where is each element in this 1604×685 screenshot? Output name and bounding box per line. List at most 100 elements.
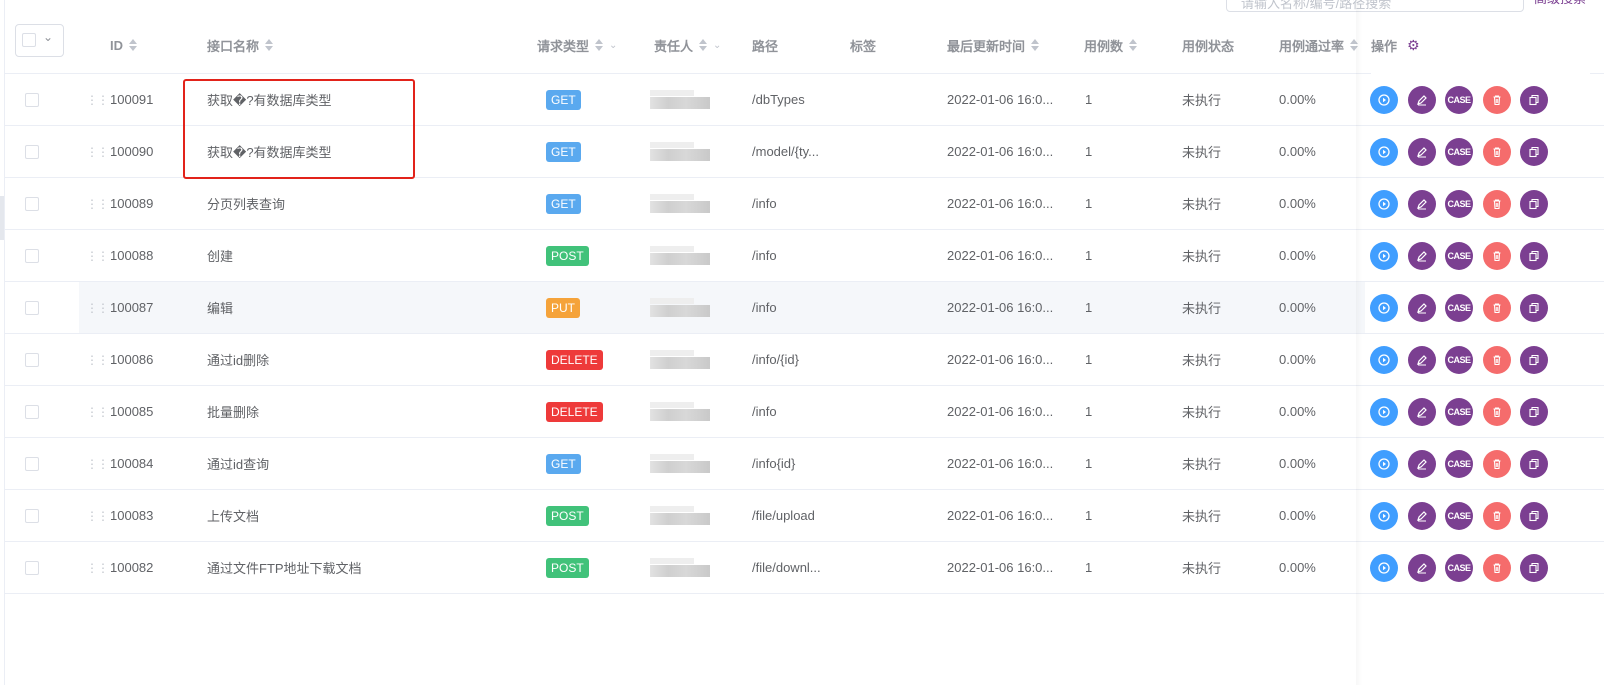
play-circle-icon[interactable] xyxy=(1370,345,1398,374)
case-icon[interactable]: CASE xyxy=(1445,293,1473,322)
case-icon[interactable]: CASE xyxy=(1445,241,1473,270)
pencil-icon[interactable] xyxy=(1407,293,1436,322)
drag-handle-icon[interactable]: ⋮⋮ xyxy=(86,126,108,177)
copy-icon[interactable] xyxy=(1520,345,1548,374)
row-checkbox-cell[interactable] xyxy=(25,490,39,541)
advanced-search-button[interactable]: 高级搜索 xyxy=(1534,0,1604,10)
trash-icon[interactable] xyxy=(1482,241,1511,270)
row-name[interactable]: 创建 xyxy=(207,230,233,281)
row-name[interactable]: 通过id删除 xyxy=(207,334,269,385)
drag-handle-icon[interactable]: ⋮⋮ xyxy=(86,178,108,229)
header-updated[interactable]: 最后更新时间 xyxy=(947,16,1040,74)
copy-icon[interactable] xyxy=(1520,189,1548,218)
table-row[interactable]: ⋮⋮ 100082 通过文件FTP地址下载文档 POST /file/downl… xyxy=(5,542,1604,594)
row-name[interactable]: 分页列表查询 xyxy=(207,178,285,229)
row-checkbox[interactable] xyxy=(25,196,39,211)
row-checkbox-cell[interactable] xyxy=(25,230,39,281)
pencil-icon[interactable] xyxy=(1407,189,1436,218)
header-name[interactable]: 接口名称 xyxy=(207,16,274,74)
header-id[interactable]: ID xyxy=(110,16,137,74)
pencil-icon[interactable] xyxy=(1407,449,1436,478)
search-input[interactable]: 请输入名称/编号/路径搜索 xyxy=(1226,0,1524,12)
header-pass-rate[interactable]: 用例通过率 xyxy=(1279,16,1359,74)
drag-handle-icon[interactable]: ⋮⋮ xyxy=(86,490,108,541)
copy-icon[interactable] xyxy=(1520,449,1548,478)
case-icon[interactable]: CASE xyxy=(1445,345,1473,374)
filter-chevron-icon[interactable]: ⌄ xyxy=(609,40,617,51)
row-name[interactable]: 通过文件FTP地址下载文档 xyxy=(207,542,362,593)
row-name[interactable]: 编辑 xyxy=(207,282,233,333)
header-owner[interactable]: 责任人 ⌄ xyxy=(654,16,721,74)
drag-handle-icon[interactable]: ⋮⋮ xyxy=(86,230,108,281)
table-row[interactable]: ⋮⋮ 100091 获取�?有数据库类型 GET /dbTypes 2022-0… xyxy=(5,74,1604,126)
table-row[interactable]: ⋮⋮ 100084 通过id查询 GET /info{id} 2022-01-0… xyxy=(5,438,1604,490)
copy-icon[interactable] xyxy=(1520,85,1548,114)
table-row[interactable]: ⋮⋮ 100087 编辑 PUT /info 2022-01-06 16:0..… xyxy=(5,282,1604,334)
table-row[interactable]: ⋮⋮ 100086 通过id删除 DELETE /info/{id} 2022-… xyxy=(5,334,1604,386)
play-circle-icon[interactable] xyxy=(1370,137,1398,166)
sort-icon[interactable] xyxy=(595,39,604,51)
play-circle-icon[interactable] xyxy=(1370,85,1398,114)
case-icon[interactable]: CASE xyxy=(1445,501,1473,530)
header-case-count[interactable]: 用例数 xyxy=(1084,16,1138,74)
row-name[interactable]: 获取�?有数据库类型 xyxy=(207,126,332,177)
copy-icon[interactable] xyxy=(1520,293,1548,322)
header-method[interactable]: 请求类型 ⌄ xyxy=(537,16,617,74)
sort-icon[interactable] xyxy=(1031,39,1040,51)
play-circle-icon[interactable] xyxy=(1370,501,1398,530)
row-checkbox-cell[interactable] xyxy=(25,334,39,385)
copy-icon[interactable] xyxy=(1520,501,1548,530)
pencil-icon[interactable] xyxy=(1407,397,1436,426)
trash-icon[interactable] xyxy=(1482,137,1511,166)
trash-icon[interactable] xyxy=(1482,189,1511,218)
case-icon[interactable]: CASE xyxy=(1445,553,1473,582)
row-name[interactable]: 通过id查询 xyxy=(207,438,269,489)
sort-icon[interactable] xyxy=(1129,39,1138,51)
sort-icon[interactable] xyxy=(699,39,708,51)
row-name[interactable]: 获取�?有数据库类型 xyxy=(207,74,332,125)
case-icon[interactable]: CASE xyxy=(1445,189,1473,218)
row-checkbox-cell[interactable] xyxy=(25,126,39,177)
table-row[interactable]: ⋮⋮ 100085 批量删除 DELETE /info 2022-01-06 1… xyxy=(5,386,1604,438)
row-checkbox[interactable] xyxy=(25,300,39,315)
row-name[interactable]: 上传文档 xyxy=(207,490,259,541)
case-icon[interactable]: CASE xyxy=(1445,449,1473,478)
row-checkbox-cell[interactable] xyxy=(25,74,39,125)
table-row[interactable]: ⋮⋮ 100088 创建 POST /info 2022-01-06 16:0.… xyxy=(5,230,1604,282)
row-checkbox-cell[interactable] xyxy=(25,178,39,229)
play-circle-icon[interactable] xyxy=(1370,449,1398,478)
table-row[interactable]: ⋮⋮ 100083 上传文档 POST /file/upload 2022-01… xyxy=(5,490,1604,542)
trash-icon[interactable] xyxy=(1482,85,1511,114)
row-checkbox-cell[interactable] xyxy=(25,282,39,333)
copy-icon[interactable] xyxy=(1520,553,1548,582)
select-all-checkbox[interactable] xyxy=(22,33,36,47)
drag-handle-icon[interactable]: ⋮⋮ xyxy=(86,74,108,125)
table-row[interactable]: ⋮⋮ 100090 获取�?有数据库类型 GET /model/{ty... 2… xyxy=(5,126,1604,178)
row-checkbox[interactable] xyxy=(25,144,39,159)
drag-handle-icon[interactable]: ⋮⋮ xyxy=(86,334,108,385)
row-checkbox-cell[interactable] xyxy=(25,386,39,437)
trash-icon[interactable] xyxy=(1482,501,1511,530)
drag-handle-icon[interactable]: ⋮⋮ xyxy=(86,542,108,593)
row-checkbox[interactable] xyxy=(25,508,39,523)
select-all-dropdown[interactable]: ⌄ xyxy=(15,24,64,57)
pencil-icon[interactable] xyxy=(1407,501,1436,530)
trash-icon[interactable] xyxy=(1482,345,1511,374)
row-checkbox-cell[interactable] xyxy=(25,438,39,489)
play-circle-icon[interactable] xyxy=(1370,397,1398,426)
drag-handle-icon[interactable]: ⋮⋮ xyxy=(86,282,108,333)
play-circle-icon[interactable] xyxy=(1370,553,1398,582)
row-checkbox[interactable] xyxy=(25,352,39,367)
row-checkbox[interactable] xyxy=(25,248,39,263)
table-row[interactable]: ⋮⋮ 100089 分页列表查询 GET /info 2022-01-06 16… xyxy=(5,178,1604,230)
sort-icon[interactable] xyxy=(129,39,137,51)
chevron-down-icon[interactable]: ⌄ xyxy=(43,30,53,44)
pencil-icon[interactable] xyxy=(1407,345,1436,374)
drag-handle-icon[interactable]: ⋮⋮ xyxy=(86,386,108,437)
case-icon[interactable]: CASE xyxy=(1445,397,1473,426)
trash-icon[interactable] xyxy=(1482,449,1511,478)
filter-chevron-icon[interactable]: ⌄ xyxy=(713,40,721,51)
pencil-icon[interactable] xyxy=(1407,85,1436,114)
row-checkbox[interactable] xyxy=(25,404,39,419)
case-icon[interactable]: CASE xyxy=(1445,85,1473,114)
